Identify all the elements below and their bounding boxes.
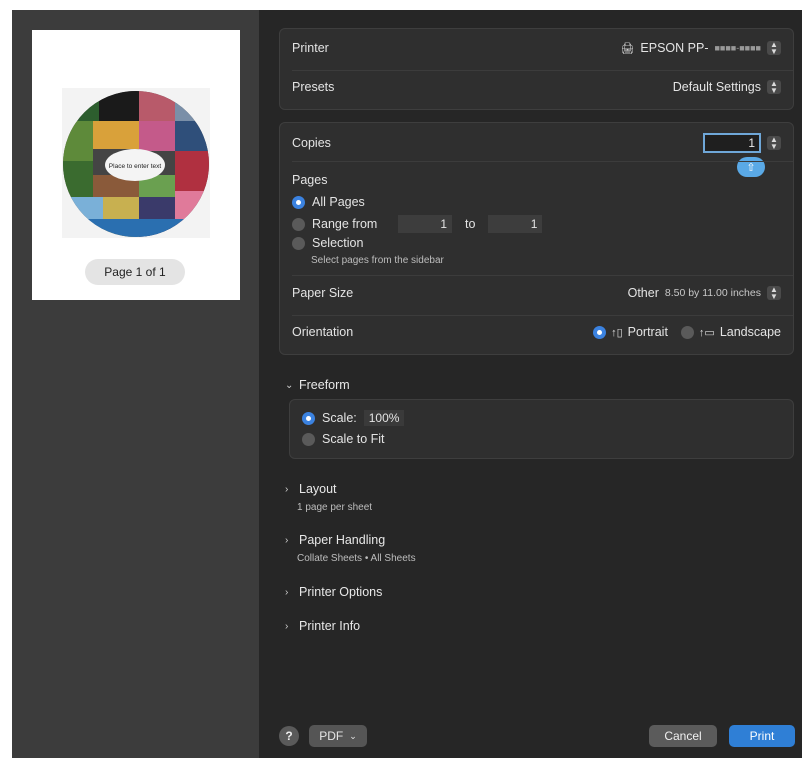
printer-options-title: Printer Options xyxy=(299,585,383,599)
pages-label: Pages xyxy=(292,173,328,187)
paper-size-dimensions: 8.50 by 11.00 inches xyxy=(664,287,761,299)
copies-input[interactable]: 1 xyxy=(703,133,761,153)
paper-size-value: Other xyxy=(627,286,659,300)
presets-label: Presets xyxy=(292,80,335,94)
paper-handling-disclosure[interactable]: › Paper Handling xyxy=(285,533,385,547)
radio-selected-icon[interactable] xyxy=(302,411,315,425)
page-indicator: Page 1 of 1 xyxy=(85,259,185,285)
chevron-updown-icon: ▲ ▼ xyxy=(767,80,781,95)
copies-stepper[interactable]: ▲ ▼ xyxy=(767,136,781,151)
paper-size-label: Paper Size xyxy=(292,286,354,300)
divider xyxy=(292,70,793,71)
orientation-label: Orientation xyxy=(292,325,354,339)
radio-selected-icon[interactable] xyxy=(292,195,305,209)
print-settings-group: Copies 1 ▲ ▼ ⇧ Pages All Pages Range from… xyxy=(279,122,794,355)
printer-group: Printer 🖨 EPSON PP- ■■■■‑■■■■ ▲ ▼ Presets… xyxy=(279,28,794,110)
scale-option[interactable]: Scale: 100% xyxy=(302,410,405,426)
paper-size-select[interactable]: Other 8.50 by 11.00 inches ▲ ▼ xyxy=(627,286,781,301)
range-option[interactable]: Range from 1 to 1 xyxy=(292,215,543,233)
presets-select[interactable]: Default Settings ▲ ▼ xyxy=(672,80,781,95)
settings-pane: Printer 🖨 EPSON PP- ■■■■‑■■■■ ▲ ▼ Presets… xyxy=(259,10,802,758)
cancel-button[interactable]: Cancel xyxy=(649,725,717,747)
printer-name-redacted: ■■■■‑■■■■ xyxy=(714,43,762,53)
orientation-row: Orientation ↑▯ Portrait ↑▭ Landscape xyxy=(292,325,781,339)
radio-icon[interactable] xyxy=(302,432,315,446)
printer-icon: 🖨 xyxy=(620,42,635,55)
divider xyxy=(292,161,793,162)
layout-title: Layout xyxy=(299,482,337,496)
printer-info-title: Printer Info xyxy=(299,619,361,633)
chevron-updown-icon: ▲ ▼ xyxy=(767,41,781,56)
printer-info-disclosure[interactable]: › Printer Info xyxy=(285,619,360,633)
input-assist-icon[interactable]: ⇧ xyxy=(737,157,765,177)
paper-size-row[interactable]: Paper Size Other 8.50 by 11.00 inches ▲ ▼ xyxy=(292,286,781,301)
printer-options-disclosure[interactable]: › Printer Options xyxy=(285,585,382,599)
chevron-right-icon: › xyxy=(285,534,289,546)
disc-label-text: Place to enter text xyxy=(109,163,162,170)
scale-label: Scale: xyxy=(322,411,357,425)
print-dialog: Place to enter text Page 1 of 1 Printer … xyxy=(12,10,802,758)
selection-hint: Select pages from the sidebar xyxy=(311,255,444,266)
printer-select[interactable]: 🖨 EPSON PP- ■■■■‑■■■■ ▲ ▼ xyxy=(620,41,781,56)
chevron-right-icon: › xyxy=(285,620,289,632)
landscape-label[interactable]: Landscape xyxy=(720,325,781,339)
print-button[interactable]: Print xyxy=(729,725,795,747)
scale-to-fit-label: Scale to Fit xyxy=(322,432,385,446)
selection-label: Selection xyxy=(312,236,364,250)
preview-sidebar: Place to enter text Page 1 of 1 xyxy=(12,10,259,758)
chevron-down-icon: ⌄ xyxy=(349,730,357,741)
scale-input[interactable]: 100% xyxy=(363,410,405,426)
chevron-right-icon: › xyxy=(285,483,289,495)
copies-control: 1 ▲ ▼ xyxy=(703,133,781,153)
landscape-radio[interactable] xyxy=(680,325,694,339)
freeform-disclosure[interactable]: ⌄ Freeform xyxy=(285,378,350,392)
scale-to-fit-option[interactable]: Scale to Fit xyxy=(302,432,385,446)
paper-handling-summary: Collate Sheets • All Sheets xyxy=(297,553,416,564)
chevron-updown-icon: ▲ ▼ xyxy=(767,286,781,301)
all-pages-label: All Pages xyxy=(312,195,365,209)
pdf-label: PDF xyxy=(319,729,344,743)
selection-option[interactable]: Selection xyxy=(292,236,363,250)
divider xyxy=(292,275,793,276)
radio-icon[interactable] xyxy=(292,217,305,231)
freeform-group: Scale: 100% Scale to Fit xyxy=(289,399,794,459)
chevron-right-icon: › xyxy=(285,586,289,598)
printer-label: Printer xyxy=(292,41,329,55)
layout-disclosure[interactable]: › Layout xyxy=(285,482,337,496)
range-to-label: to xyxy=(465,217,476,231)
portrait-label[interactable]: Portrait xyxy=(628,325,668,339)
range-from-label: Range from xyxy=(312,217,378,231)
all-pages-option[interactable]: All Pages xyxy=(292,195,365,209)
disc-label-image: Place to enter text xyxy=(63,91,209,237)
paper-handling-title: Paper Handling xyxy=(299,533,386,547)
presets-row[interactable]: Presets Default Settings ▲ ▼ xyxy=(292,80,781,95)
help-button[interactable]: ? xyxy=(279,726,299,746)
range-start-input[interactable]: 1 xyxy=(398,215,452,233)
portrait-icon: ↑▯ xyxy=(611,326,623,339)
landscape-icon: ↑▭ xyxy=(698,326,715,339)
copies-label: Copies xyxy=(292,136,331,150)
portrait-radio[interactable] xyxy=(593,325,607,339)
layout-summary: 1 page per sheet xyxy=(297,502,373,513)
radio-icon[interactable] xyxy=(292,236,305,250)
pdf-menu-button[interactable]: PDF ⌄ xyxy=(309,725,367,747)
printer-row[interactable]: Printer 🖨 EPSON PP- ■■■■‑■■■■ ▲ ▼ xyxy=(292,41,781,56)
chevron-down-icon: ⌄ xyxy=(285,379,294,391)
copies-row: Copies 1 ▲ ▼ xyxy=(292,133,781,153)
divider xyxy=(292,315,793,316)
range-end-input[interactable]: 1 xyxy=(488,215,543,233)
printer-name: EPSON PP- xyxy=(640,41,709,55)
freeform-title: Freeform xyxy=(299,378,350,392)
page-preview[interactable]: Place to enter text Page 1 of 1 xyxy=(32,30,240,300)
presets-value: Default Settings xyxy=(672,80,761,94)
orientation-options: ↑▯ Portrait ↑▭ Landscape xyxy=(593,325,781,339)
